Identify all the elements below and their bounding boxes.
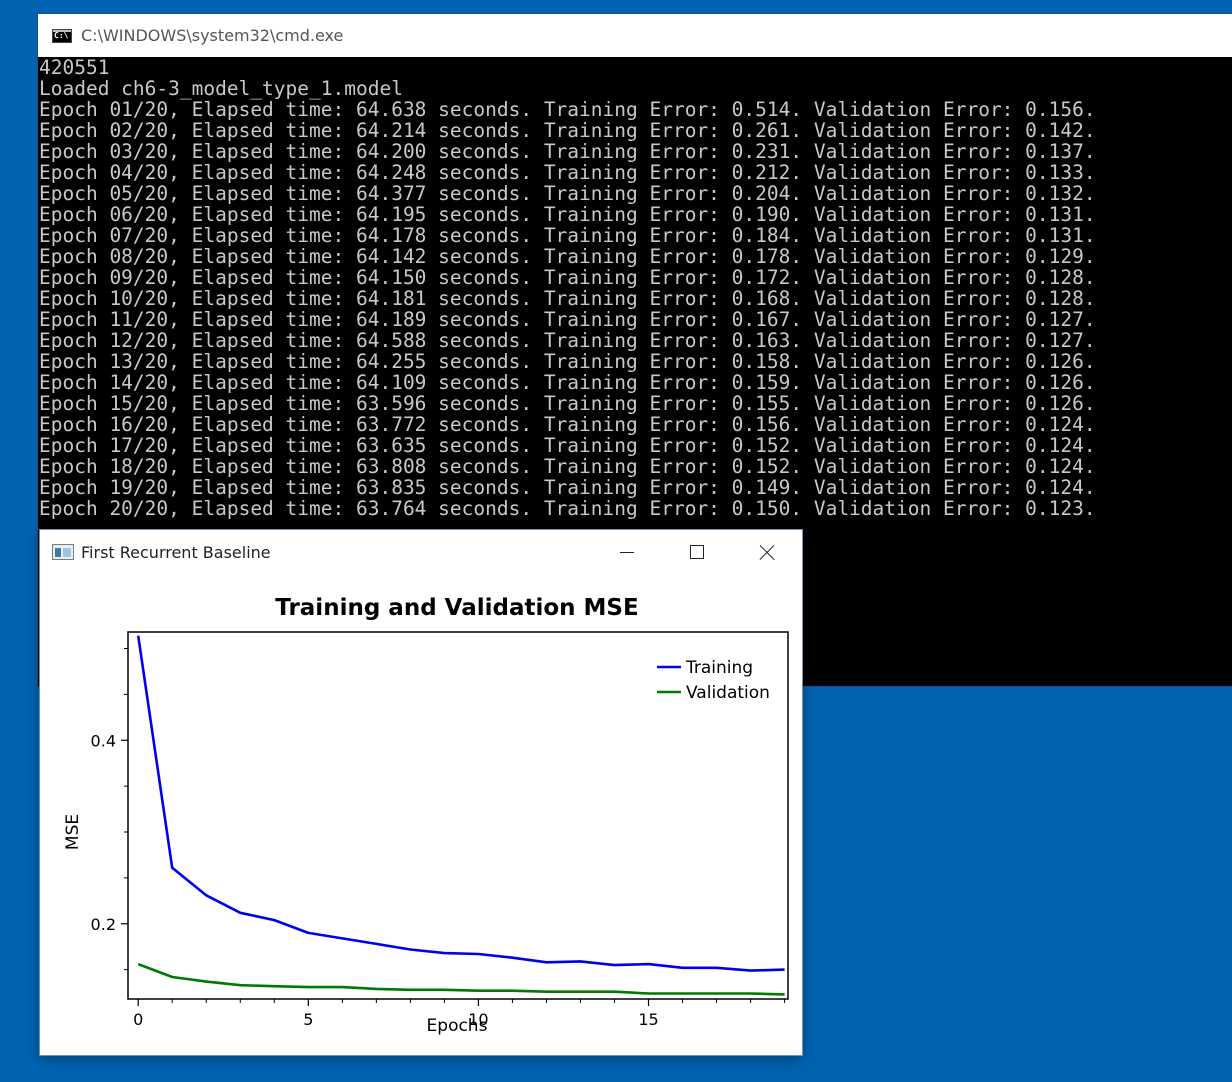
console-line: Epoch 12/20, Elapsed time: 64.588 second… xyxy=(39,329,1096,352)
console-line: Epoch 15/20, Elapsed time: 63.596 second… xyxy=(39,392,1096,415)
console-titlebar[interactable]: C:\ C:\WINDOWS\system32\cmd.exe xyxy=(38,14,1232,57)
x-axis-label: Epochs xyxy=(427,1016,488,1036)
maximize-button[interactable] xyxy=(662,530,732,574)
console-line: Epoch 09/20, Elapsed time: 64.150 second… xyxy=(39,266,1096,289)
console-line: Epoch 20/20, Elapsed time: 63.764 second… xyxy=(39,497,1096,520)
console-line: Epoch 05/20, Elapsed time: 64.377 second… xyxy=(39,182,1096,205)
maximize-icon xyxy=(690,545,704,559)
console-line: Epoch 07/20, Elapsed time: 64.178 second… xyxy=(39,224,1096,247)
console-line: Epoch 16/20, Elapsed time: 63.772 second… xyxy=(39,413,1096,436)
chart-legend: Training Validation xyxy=(657,658,770,703)
y-tick-label: 0.4 xyxy=(91,731,116,750)
console-line: Epoch 06/20, Elapsed time: 64.195 second… xyxy=(39,203,1096,226)
console-output[interactable]: 420551 Loaded ch6-3_model_type_1.model Epo… xyxy=(39,57,1232,519)
x-tick-label: 15 xyxy=(638,1010,658,1029)
console-line: Epoch 02/20, Elapsed time: 64.214 second… xyxy=(39,119,1096,142)
y-axis-label: MSE xyxy=(63,814,83,850)
console-line: Epoch 03/20, Elapsed time: 64.200 second… xyxy=(39,140,1096,163)
console-line: Epoch 14/20, Elapsed time: 64.109 second… xyxy=(39,371,1096,394)
console-line: Epoch 19/20, Elapsed time: 63.835 second… xyxy=(39,476,1096,499)
console-line: Loaded ch6-3_model_type_1.model xyxy=(39,77,403,100)
plot-window-titlebar[interactable]: First Recurrent Baseline xyxy=(40,530,802,574)
legend-label-validation: Validation xyxy=(686,683,770,703)
console-icon: C:\ xyxy=(52,28,72,43)
console-line: Epoch 10/20, Elapsed time: 64.181 second… xyxy=(39,287,1096,310)
console-line: Epoch 18/20, Elapsed time: 63.808 second… xyxy=(39,455,1096,478)
console-line: Epoch 04/20, Elapsed time: 64.248 second… xyxy=(39,161,1096,184)
legend-label-training: Training xyxy=(685,658,753,678)
mse-chart: Training and Validation MSE 0 5 10 150.20.4… xyxy=(63,595,789,1036)
close-button[interactable] xyxy=(732,530,802,574)
plot-window-title: First Recurrent Baseline xyxy=(81,542,271,562)
plot-window-icon xyxy=(52,544,74,560)
console-line: 420551 xyxy=(39,56,110,79)
minimize-button[interactable] xyxy=(592,530,662,574)
console-line: Epoch 01/20, Elapsed time: 64.638 second… xyxy=(39,98,1096,121)
x-tick-label: 5 xyxy=(303,1010,313,1029)
y-tick-label: 0.2 xyxy=(91,915,116,934)
minimize-icon xyxy=(620,551,634,553)
console-line: Epoch 08/20, Elapsed time: 64.142 second… xyxy=(39,245,1096,268)
x-tick-label: 0 xyxy=(133,1010,143,1029)
console-line: Epoch 11/20, Elapsed time: 64.189 second… xyxy=(39,308,1096,331)
console-line: Epoch 17/20, Elapsed time: 63.635 second… xyxy=(39,434,1096,457)
console-line: Epoch 13/20, Elapsed time: 64.255 second… xyxy=(39,350,1096,373)
plot-window[interactable]: First Recurrent Baseline Training and Va… xyxy=(40,530,802,1055)
chart-title: Training and Validation MSE xyxy=(275,595,638,621)
console-title: C:\WINDOWS\system32\cmd.exe xyxy=(81,26,344,45)
close-icon xyxy=(759,544,775,560)
